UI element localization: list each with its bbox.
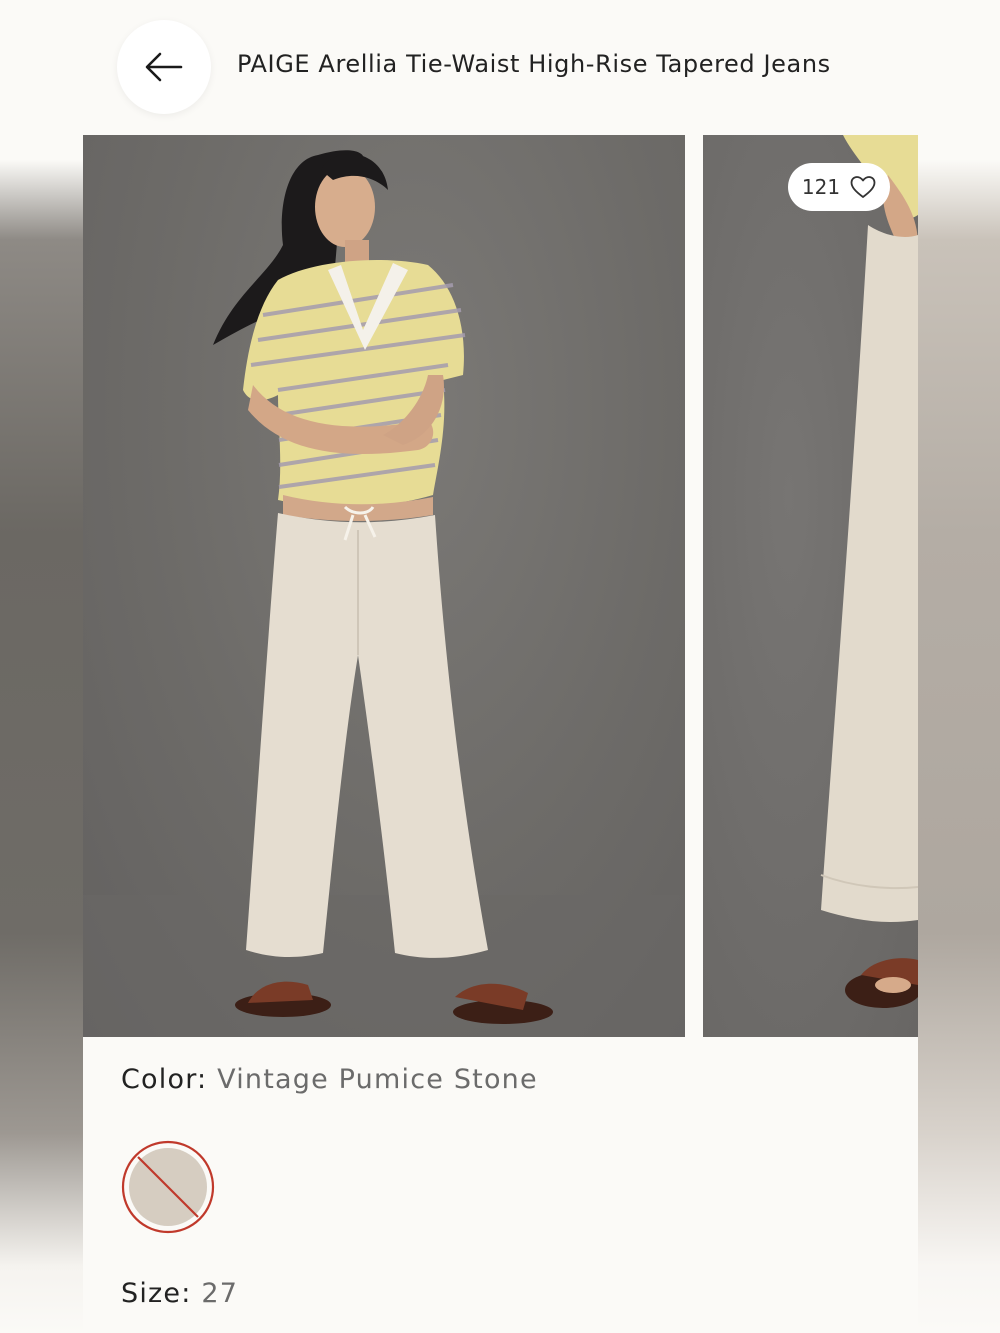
model-illustration-secondary — [820, 135, 918, 1008]
backdrop-right — [918, 0, 1000, 1333]
size-selection-label: Size: 27 — [121, 1278, 238, 1309]
favorite-button[interactable]: 121 — [788, 163, 890, 211]
product-title: PAIGE Arellia Tie-Waist High-Rise Tapere… — [237, 50, 831, 78]
heart-outline-icon — [850, 176, 876, 198]
model-illustration — [83, 150, 685, 1037]
image-gallery[interactable]: 121 — [83, 135, 918, 1037]
product-photo-secondary[interactable] — [703, 135, 918, 1037]
header: PAIGE Arellia Tie-Waist High-Rise Tapere… — [83, 0, 918, 135]
color-swatch-unavailable[interactable] — [121, 1140, 215, 1234]
product-screen: PAIGE Arellia Tie-Waist High-Rise Tapere… — [83, 0, 918, 1333]
like-count: 121 — [801, 175, 841, 199]
backdrop-left — [0, 0, 83, 1333]
size-value: 27 — [201, 1278, 239, 1309]
color-label: Color: — [121, 1064, 208, 1095]
arrow-left-icon — [145, 52, 183, 82]
color-value: Vintage Pumice Stone — [217, 1064, 538, 1095]
crossed-swatch-icon — [121, 1140, 215, 1234]
color-selection-label: Color: Vintage Pumice Stone — [121, 1064, 538, 1095]
size-label: Size: — [121, 1278, 192, 1309]
back-button[interactable] — [117, 20, 211, 114]
product-photo-main[interactable] — [83, 135, 685, 1037]
